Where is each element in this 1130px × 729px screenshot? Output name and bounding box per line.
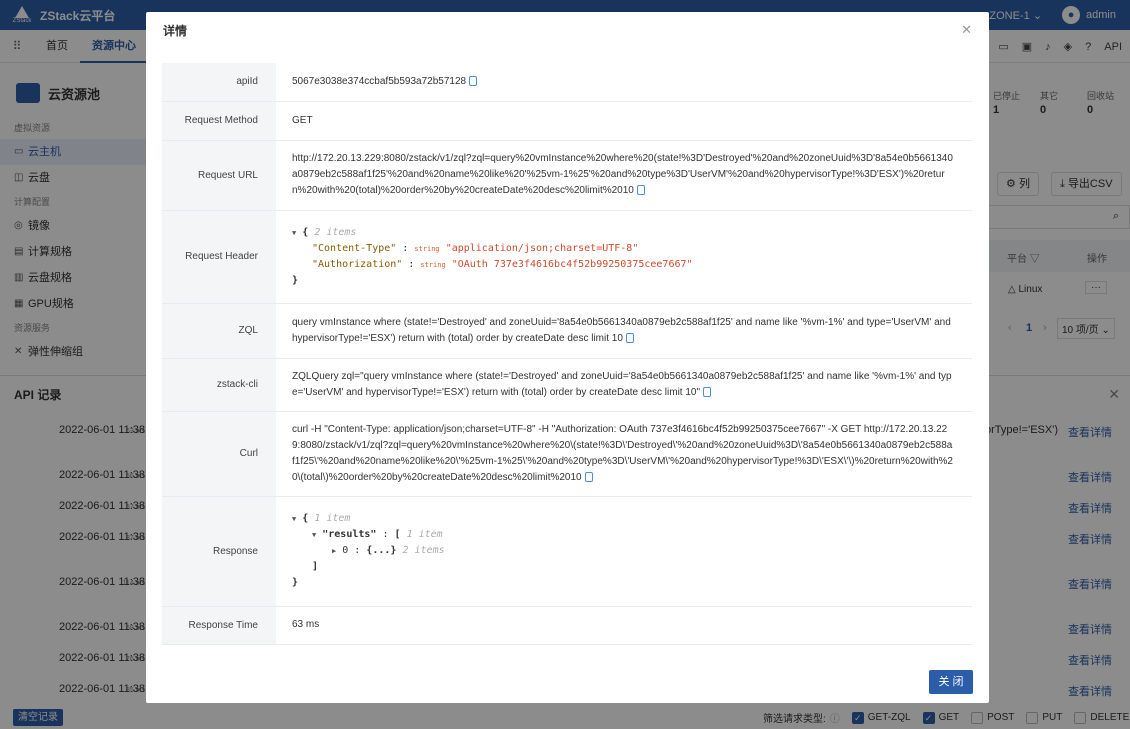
detail-row-time: Response Time 63 ms: [162, 606, 972, 645]
expand-arrow-icon[interactable]: ▼: [292, 229, 296, 237]
method-value: GET: [276, 101, 972, 141]
time-value: 63 ms: [276, 606, 972, 645]
detail-row-apiid: apiId 5067e3038e374ccbaf5b593a72b57128: [162, 63, 972, 102]
field-label: Request URL: [162, 140, 276, 211]
copy-icon[interactable]: [469, 76, 478, 87]
field-label: Response: [162, 496, 276, 607]
copy-icon[interactable]: [703, 386, 712, 397]
url-value: http://172.20.13.229:8080/zstack/v1/zql?…: [292, 153, 953, 196]
zql-value: query vmInstance where (state!='Destroye…: [292, 316, 951, 344]
curl-value: curl -H "Content-Type: application/json;…: [292, 423, 953, 483]
field-label: Request Header: [162, 210, 276, 304]
response-json: ▼ { 1 item ▼ "results" : [ 1 item ▶ 0 : …: [276, 496, 972, 607]
detail-row-cli: zstack-cli ZQLQuery zql="query vmInstanc…: [162, 358, 972, 412]
expand-arrow-icon[interactable]: ▼: [312, 531, 316, 539]
detail-row-response: Response ▼ { 1 item ▼ "results" : [ 1 it…: [162, 496, 972, 607]
field-label: ZQL: [162, 303, 276, 359]
expand-arrow-icon[interactable]: ▼: [292, 515, 296, 523]
header-json: ▼ { 2 items "Content-Type" : string "app…: [276, 210, 972, 304]
detail-modal: 详情 ✕ apiId 5067e3038e374ccbaf5b593a72b57…: [146, 12, 989, 703]
field-label: Request Method: [162, 101, 276, 141]
close-button[interactable]: 关 闭: [929, 670, 973, 694]
cli-value: ZQLQuery zql="query vmInstance where (st…: [292, 370, 952, 398]
field-label: zstack-cli: [162, 358, 276, 412]
apiid-value: 5067e3038e374ccbaf5b593a72b57128: [292, 75, 467, 87]
detail-row-header: Request Header ▼ { 2 items "Content-Type…: [162, 210, 972, 304]
detail-row-url: Request URL http://172.20.13.229:8080/zs…: [162, 140, 972, 211]
detail-table: apiId 5067e3038e374ccbaf5b593a72b57128 R…: [162, 63, 972, 645]
field-label: apiId: [162, 63, 276, 102]
copy-icon[interactable]: [636, 185, 645, 196]
copy-icon[interactable]: [584, 471, 593, 482]
close-icon[interactable]: ✕: [961, 22, 972, 38]
field-label: Curl: [162, 411, 276, 497]
modal-title: 详情: [163, 24, 188, 38]
detail-row-method: Request Method GET: [162, 101, 972, 141]
copy-icon[interactable]: [625, 332, 634, 343]
collapse-arrow-icon[interactable]: ▶: [332, 547, 336, 555]
field-label: Response Time: [162, 606, 276, 645]
detail-row-curl: Curl curl -H "Content-Type: application/…: [162, 411, 972, 497]
detail-row-zql: ZQL query vmInstance where (state!='Dest…: [162, 303, 972, 359]
